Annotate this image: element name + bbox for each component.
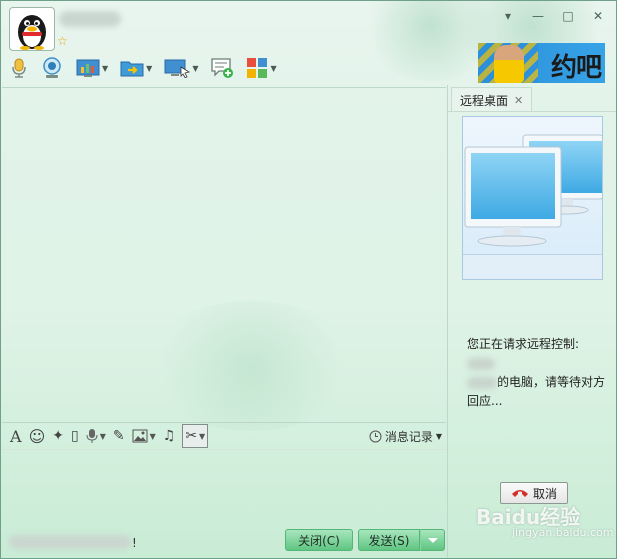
window-controls: ▾ — □ ✕ [498, 7, 608, 25]
message-history-area[interactable] [2, 87, 446, 422]
voice-message-button[interactable]: ▼ [86, 425, 106, 447]
webcam-icon [43, 57, 61, 78]
close-tab-icon[interactable]: ✕ [514, 94, 523, 107]
ad-person-image [494, 45, 524, 83]
card-footer [463, 254, 602, 279]
microphone-icon [86, 429, 98, 443]
monitors-icon [464, 134, 604, 247]
contact-name-redacted [467, 357, 495, 370]
close-window-button[interactable]: ✕ [588, 7, 608, 25]
emoji-button[interactable]: ☺ [29, 425, 46, 447]
create-group-chat-button[interactable] [207, 54, 237, 82]
more-apps-button[interactable]: ▼ [243, 54, 279, 82]
video-call-button[interactable] [37, 54, 67, 82]
ad-text: 约吧 [550, 53, 602, 83]
voice-call-button[interactable] [7, 54, 31, 82]
chevron-down-icon[interactable]: ▼ [199, 432, 205, 441]
watermark-subtext: jingyan.baidu.com [512, 526, 614, 539]
clock-icon [369, 430, 382, 443]
smiley-icon: ☺ [28, 426, 46, 446]
music-button[interactable]: ♫ [163, 425, 176, 447]
file-transfer-button[interactable]: ▼ [117, 54, 155, 82]
status-text-redacted [9, 535, 131, 549]
hang-up-phone-icon [511, 490, 528, 497]
close-button[interactable]: 关闭(C) [285, 529, 353, 551]
chat-window: ☆ ▾ — □ ✕ ▼ ▼ ▼ ▼ 约吧 A ☺ ✦ ▯ ▼ ✎ ▼ ♫ ✂ ▼… [0, 0, 617, 559]
cancel-label: 取消 [532, 486, 557, 501]
shake-window-button[interactable]: ▯ [71, 425, 79, 447]
dropdown-menu-button[interactable]: ▾ [498, 7, 518, 25]
folder-send-icon [120, 61, 144, 77]
image-icon [132, 429, 148, 443]
chevron-down-icon[interactable]: ▼ [192, 64, 198, 73]
baidu-watermark: Baidu经验 jingyan.baidu.com [476, 501, 614, 539]
grid-icon [247, 58, 268, 78]
chart-icon [76, 59, 100, 77]
main-toolbar: ▼ ▼ ▼ ▼ [7, 53, 280, 83]
note-button[interactable]: ✎ [113, 425, 125, 447]
chevron-down-icon[interactable]: ▼ [146, 64, 152, 73]
vibrate-icon: ▯ [70, 428, 79, 444]
tab-label: 远程桌面 [460, 93, 509, 108]
send-options-button[interactable] [420, 529, 445, 551]
scissors-icon: ✂ [185, 428, 198, 444]
poke-button[interactable]: ✦ [52, 425, 64, 447]
contact-avatar[interactable] [9, 7, 55, 51]
contact-name-redacted [59, 11, 121, 27]
font-icon: A [10, 426, 22, 446]
font-button[interactable]: A [10, 425, 22, 447]
microphone-icon [12, 58, 26, 78]
maximize-button[interactable]: □ [558, 7, 578, 25]
message-record-label: 消息记录 [384, 430, 433, 444]
remote-request-message: 您正在请求远程控制: 的电脑，请等待对方回应... [467, 335, 607, 411]
message-input[interactable] [2, 451, 446, 523]
chevron-down-icon[interactable]: ▼ [270, 64, 276, 73]
chat-add-icon [211, 58, 234, 78]
remote-desktop-button[interactable]: ▼ [161, 54, 201, 82]
tab-remote-desktop[interactable]: 远程桌面 ✕ [451, 87, 533, 112]
message-record-button[interactable]: 消息记录 ▼ [369, 428, 442, 445]
music-note-icon: ♫ [162, 428, 176, 444]
minimize-button[interactable]: — [528, 7, 548, 25]
penguin-icon [18, 15, 46, 50]
ad-banner[interactable]: 约吧 [478, 43, 605, 83]
tab-divider [448, 111, 616, 112]
remote-desktop-illustration [462, 116, 604, 280]
chevron-down-icon[interactable]: ▼ [150, 432, 156, 441]
request-text-line-1: 您正在请求远程控制: [467, 337, 580, 351]
status-suffix: ! [132, 536, 137, 550]
edit-icon: ✎ [112, 428, 125, 444]
magic-wand-icon: ✦ [52, 428, 64, 444]
panel-divider [447, 85, 448, 558]
star-icon[interactable]: ☆ [57, 34, 68, 48]
send-image-button[interactable]: ▼ [132, 425, 156, 447]
apps-button[interactable]: ▼ [73, 54, 111, 82]
chevron-down-icon[interactable]: ▼ [102, 64, 108, 73]
contact-name-redacted [467, 376, 497, 389]
chevron-down-icon[interactable]: ▼ [100, 432, 106, 441]
chevron-down-icon[interactable]: ▼ [436, 432, 442, 441]
screenshot-button[interactable]: ✂ ▼ [182, 424, 209, 448]
chevron-down-icon [427, 537, 438, 543]
send-button[interactable]: 发送(S) [358, 529, 420, 551]
monitor-cursor-icon [164, 59, 191, 78]
input-toolbar: A ☺ ✦ ▯ ▼ ✎ ▼ ♫ ✂ ▼ 消息记录 ▼ [2, 422, 446, 450]
